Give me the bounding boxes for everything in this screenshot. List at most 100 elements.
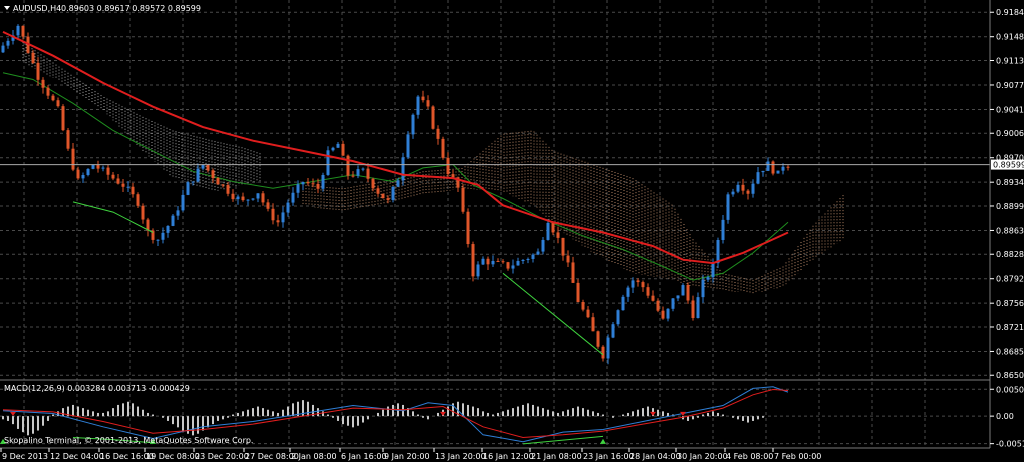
candle-body (536, 251, 540, 255)
macd-tick-label: 0.00504 (996, 385, 1024, 394)
candle-body (131, 186, 135, 195)
current-price-label: 0.89599 (993, 161, 1024, 170)
price-tick-label: 0.87560 (996, 299, 1024, 308)
candle-body (381, 193, 385, 199)
candle-body (6, 40, 10, 46)
candle-body (706, 277, 710, 280)
candle-body (336, 143, 340, 148)
macd-tick-label: -0.00516 (996, 440, 1024, 449)
candle-body (306, 181, 310, 184)
candle-body (216, 178, 220, 185)
candle-body (571, 262, 575, 283)
candle-body (596, 331, 600, 347)
time-tick-label: 4 Feb 08:00 (726, 452, 773, 461)
candle-body (376, 188, 380, 194)
candle-body (626, 287, 630, 297)
time-tick-label: 2 Jan 08:00 (291, 452, 337, 461)
candle-body (611, 324, 615, 338)
candle-body (286, 202, 290, 213)
candle-body (531, 254, 535, 259)
candle-body (396, 180, 400, 187)
candle-body (551, 222, 555, 233)
candle-body (111, 174, 115, 179)
time-tick-label: 9 Jan 20:00 (384, 452, 430, 461)
candle-body (271, 208, 275, 221)
candle-body (406, 134, 410, 158)
candle-body (601, 346, 605, 359)
candle-body (496, 261, 500, 263)
candle-body (516, 261, 520, 266)
candle-body (261, 193, 265, 203)
candle-body (141, 205, 145, 220)
candle-body (751, 183, 755, 194)
price-tick-label: 0.89340 (996, 178, 1024, 187)
candle-body (736, 184, 740, 192)
price-tick-label: 0.88630 (996, 226, 1024, 235)
candle-body (236, 196, 240, 200)
candle-body (591, 317, 595, 332)
candle-body (786, 166, 790, 168)
candle-body (676, 295, 680, 299)
time-tick-label: 21 Jan 08:00 (531, 452, 582, 461)
candle-body (581, 302, 585, 310)
candle-body (361, 168, 365, 170)
macd-label: MACD(12,26,9) 0.003284 0.003713 -0.00042… (4, 384, 190, 393)
candle-body (476, 264, 480, 277)
candle-body (176, 210, 180, 216)
candle-body (316, 183, 320, 189)
candle-body (221, 184, 225, 186)
candle-body (51, 95, 55, 101)
candle-body (41, 79, 45, 88)
price-tick-label: 0.86850 (996, 347, 1024, 356)
candle-body (241, 196, 245, 201)
candle-body (121, 183, 125, 187)
candle-body (481, 258, 485, 265)
copyright-text: Skopalino Terminal, © 2001-2013, MetaQuo… (4, 436, 253, 445)
candle-body (211, 170, 215, 179)
candle-body (251, 198, 255, 200)
candle-body (366, 168, 370, 179)
time-tick-label: 28 Jan 04:00 (630, 452, 681, 461)
time-tick-label: 13 Jan 20:00 (435, 452, 486, 461)
candle-body (256, 193, 260, 199)
time-tick-label: 7 Feb 00:00 (774, 452, 821, 461)
candle-body (696, 297, 700, 319)
candle-body (491, 261, 495, 265)
candle-body (656, 300, 660, 311)
candle-body (166, 225, 170, 233)
candle-body (1, 45, 5, 53)
candle-body (46, 87, 50, 96)
candle-body (421, 96, 425, 101)
price-tick-label: 0.88990 (996, 202, 1024, 211)
candle-body (226, 185, 230, 194)
candle-body (116, 178, 120, 184)
candle-body (466, 211, 470, 245)
candle-body (776, 170, 780, 174)
candle-body (526, 258, 530, 260)
time-tick-label: 6 Jan 16:00 (341, 452, 387, 461)
candle-body (651, 295, 655, 301)
time-tick-label: 9 Dec 2013 (2, 452, 48, 461)
price-tick-label: 0.90410 (996, 105, 1024, 114)
candle-body (371, 178, 375, 189)
candle-body (691, 300, 695, 319)
candle-body (726, 194, 730, 220)
candle-body (721, 219, 725, 240)
chart-canvas[interactable]: 0.91840 0.91480 0.91130 0.90770 0.90410 0.900… (0, 0, 1024, 462)
candle-body (486, 258, 490, 265)
candle-body (296, 184, 300, 193)
candle-body (431, 106, 435, 129)
price-tick-label: 0.90770 (996, 81, 1024, 90)
time-tick-label: 19 Dec 08:00 (146, 452, 200, 461)
candle-body (101, 167, 105, 169)
price-tick-label: 0.87920 (996, 275, 1024, 284)
candle-body (266, 202, 270, 209)
candle-body (461, 187, 465, 212)
candle-body (561, 237, 565, 256)
candle-body (246, 199, 250, 201)
candle-body (16, 25, 20, 36)
candle-body (521, 259, 525, 262)
candle-body (276, 220, 280, 223)
candle-body (746, 190, 750, 194)
candle-body (156, 239, 160, 241)
